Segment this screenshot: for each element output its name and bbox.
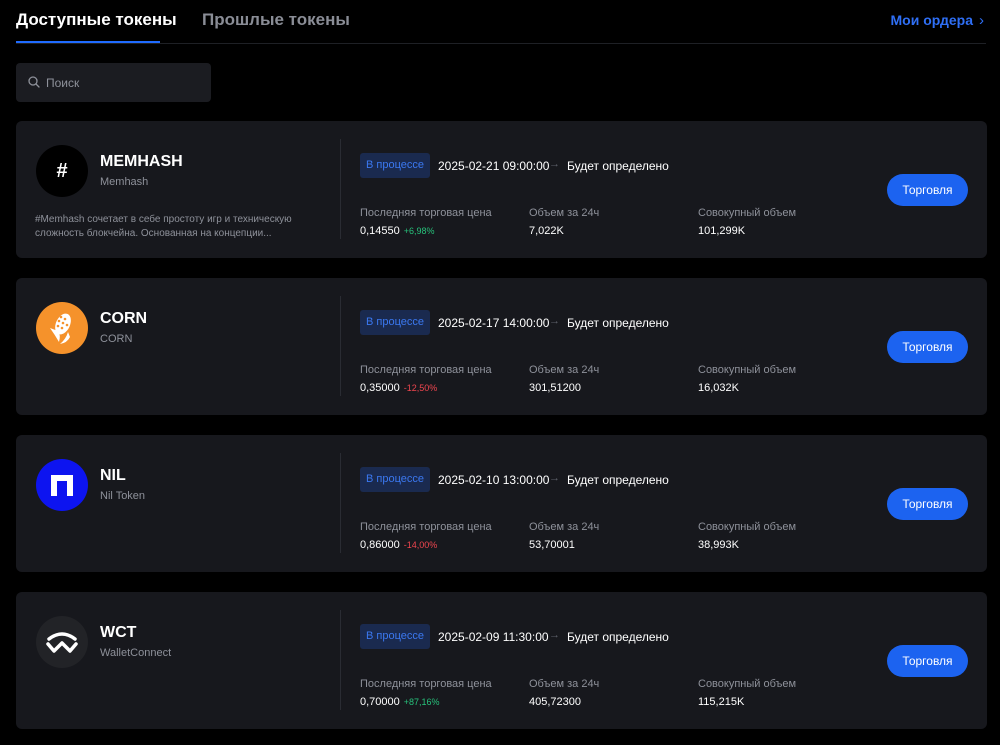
last-price-label: Последняя торговая цена	[360, 364, 492, 376]
status-badge: В процессе	[360, 310, 430, 335]
card-divider	[340, 610, 341, 710]
tab-past-tokens[interactable]: Прошлые токены	[202, 10, 350, 30]
total-volume-value: 38,993K	[698, 539, 739, 551]
token-name: Nil Token	[100, 490, 146, 502]
token-symbol: CORN	[100, 310, 148, 327]
total-volume-value: 101,299K	[698, 225, 746, 237]
last-price-label: Последняя торговая цена	[360, 678, 492, 690]
card-divider	[340, 139, 341, 239]
tab-bar: Доступные токены Прошлые токены Мои орде…	[16, 0, 986, 44]
token-card-wct: WCT WalletConnect В процессе 2025-02-09 …	[16, 592, 987, 729]
my-orders-link[interactable]: Мои ордера ›	[891, 12, 984, 29]
arrow-right-icon: →	[549, 315, 560, 327]
total-volume-label: Совокупный объем	[698, 678, 797, 690]
hash-icon: #	[36, 145, 88, 197]
price-change: -12,50%	[403, 383, 438, 393]
end-time: Будет определено	[567, 473, 669, 487]
nil-icon	[36, 459, 88, 511]
price: 0,35000	[360, 382, 400, 394]
token-name: CORN	[100, 333, 133, 345]
status-badge: В процессе	[360, 624, 430, 649]
token-card-memhash: # MEMHASH Memhash #Memhash сочетает в се…	[16, 121, 987, 258]
end-time: Будет определено	[567, 630, 669, 644]
price: 0,70000	[360, 696, 400, 708]
volume-24h-label: Объем за 24ч	[529, 678, 600, 690]
total-volume-label: Совокупный объем	[698, 521, 797, 533]
last-price-label: Последняя торговая цена	[360, 207, 492, 219]
chevron-right-icon: ›	[979, 12, 984, 29]
token-symbol: MEMHASH	[100, 153, 183, 170]
active-tab-indicator	[16, 41, 160, 43]
price: 0,86000	[360, 539, 400, 551]
card-divider	[340, 453, 341, 553]
token-name: Memhash	[100, 176, 149, 188]
search-box[interactable]	[16, 63, 211, 102]
volume-24h-value: 405,72300	[529, 696, 581, 708]
arrow-right-icon: →	[549, 472, 560, 484]
total-volume-label: Совокупный объем	[698, 364, 797, 376]
card-divider	[340, 296, 341, 396]
price-change: +87,16%	[403, 697, 440, 707]
tab-available-tokens[interactable]: Доступные токены	[16, 10, 177, 30]
price: 0,14550	[360, 225, 400, 237]
search-input[interactable]	[46, 63, 206, 102]
trade-button[interactable]: Торговля	[887, 331, 968, 363]
total-volume-value: 115,215K	[698, 696, 745, 708]
trade-button[interactable]: Торговля	[887, 645, 968, 677]
start-time: 2025-02-10 13:00:00	[438, 473, 550, 487]
volume-24h-value: 7,022K	[529, 225, 564, 237]
total-volume-value: 16,032K	[698, 382, 739, 394]
last-price-label: Последняя торговая цена	[360, 521, 492, 533]
status-badge: В процессе	[360, 153, 430, 178]
price-change: -14,00%	[403, 540, 438, 550]
token-symbol: NIL	[100, 467, 126, 484]
start-time: 2025-02-21 09:00:00	[438, 159, 550, 173]
volume-24h-label: Объем за 24ч	[529, 521, 600, 533]
trade-button[interactable]: Торговля	[887, 488, 968, 520]
price-change: +6,98%	[403, 226, 435, 236]
end-time: Будет определено	[567, 316, 669, 330]
last-price-value: 0,35000 -12,50%	[360, 382, 437, 394]
volume-24h-value: 53,70001	[529, 539, 575, 551]
my-orders-label: Мои ордера	[890, 12, 973, 28]
corn-icon	[36, 302, 88, 354]
last-price-value: 0,86000 -14,00%	[360, 539, 437, 551]
walletconnect-icon	[36, 616, 88, 668]
token-symbol: WCT	[100, 624, 137, 641]
volume-24h-value: 301,51200	[529, 382, 581, 394]
search-icon	[28, 76, 40, 88]
total-volume-label: Совокупный объем	[698, 207, 797, 219]
token-description: #Memhash сочетает в себе простоту игр и …	[35, 214, 292, 239]
trade-button[interactable]: Торговля	[887, 174, 968, 206]
start-time: 2025-02-09 11:30:00	[438, 630, 549, 644]
volume-24h-label: Объем за 24ч	[529, 364, 600, 376]
end-time: Будет определено	[567, 159, 669, 173]
token-name: WalletConnect	[100, 647, 172, 659]
arrow-right-icon: →	[549, 629, 560, 641]
token-card-corn: CORN CORN В процессе 2025-02-17 14:00:00…	[16, 278, 987, 415]
last-price-value: 0,14550 +6,98%	[360, 225, 435, 237]
start-time: 2025-02-17 14:00:00	[438, 316, 550, 330]
volume-24h-label: Объем за 24ч	[529, 207, 600, 219]
status-badge: В процессе	[360, 467, 430, 492]
last-price-value: 0,70000 +87,16%	[360, 696, 440, 708]
arrow-right-icon: →	[549, 158, 560, 170]
token-card-nil: NIL Nil Token В процессе 2025-02-10 13:0…	[16, 435, 987, 572]
